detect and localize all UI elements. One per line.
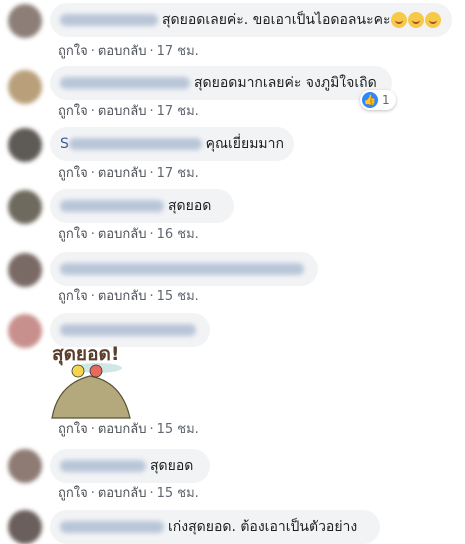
reply-link[interactable]: ตอบกลับ	[98, 422, 147, 437]
like-link[interactable]: ถูกใจ	[58, 227, 88, 242]
timestamp[interactable]: 17 ชม.	[157, 166, 199, 181]
sticker-image[interactable]: สุดยอด!	[50, 338, 132, 422]
separator: ·	[149, 227, 154, 242]
reply-link[interactable]: ตอบกลับ	[98, 486, 147, 501]
smiling-face-icon	[408, 12, 425, 28]
reply-link[interactable]: ตอบกลับ	[98, 166, 147, 181]
commenter-name[interactable]	[60, 77, 190, 89]
avatar[interactable]	[8, 70, 42, 104]
like-link[interactable]: ถูกใจ	[58, 422, 88, 437]
separator: ·	[149, 289, 154, 304]
reply-link[interactable]: ตอบกลับ	[98, 104, 147, 119]
comment-actions: ถูกใจ · ตอบกลับ · 17 ชม.	[58, 162, 199, 183]
timestamp[interactable]: 15 ชม.	[157, 486, 199, 501]
comment-text: เก่งสุดยอด. ต้องเอาเป็นตัวอย่าง	[168, 519, 358, 535]
avatar[interactable]	[8, 190, 42, 224]
commenter-name[interactable]	[60, 200, 164, 212]
character-red	[89, 364, 103, 378]
comment-bubble: สุดยอดเลยค่ะ. ขอเอาเป็นไอดอลนะคะ	[50, 3, 452, 37]
sticker-caption: สุดยอด!	[52, 343, 119, 366]
commenter-name[interactable]	[60, 263, 304, 275]
timestamp[interactable]: 15 ชม.	[157, 422, 199, 437]
comment-actions: ถูกใจ · ตอบกลับ · 17 ชม.	[58, 40, 199, 61]
separator: ·	[90, 104, 95, 119]
timestamp[interactable]: 17 ชม.	[157, 44, 199, 59]
separator: ·	[90, 289, 95, 304]
comment-actions: ถูกใจ · ตอบกลับ · 17 ชม.	[58, 100, 199, 121]
avatar[interactable]	[8, 4, 42, 38]
reply-link[interactable]: ตอบกลับ	[98, 289, 147, 304]
character-yellow	[71, 364, 85, 378]
separator: ·	[149, 422, 154, 437]
comment-bubble: สุดยอด	[50, 449, 210, 483]
separator: ·	[149, 486, 154, 501]
comment-actions: ถูกใจ · ตอบกลับ · 15 ชม.	[58, 418, 199, 439]
comment-bubble: สุดยอด	[50, 189, 234, 223]
reaction-number: 1	[382, 93, 390, 107]
separator: ·	[90, 44, 95, 59]
comment-bubble: สุดยอดมากเลยค่ะ จงภูมิใจเถิด	[50, 66, 392, 100]
separator: ·	[90, 227, 95, 242]
like-link[interactable]: ถูกใจ	[58, 289, 88, 304]
reply-link[interactable]: ตอบกลับ	[98, 44, 147, 59]
timestamp[interactable]: 16 ชม.	[157, 227, 199, 242]
thumbs-up-icon: 👍	[362, 92, 378, 108]
separator: ·	[149, 104, 154, 119]
separator: ·	[90, 422, 95, 437]
commenter-name[interactable]	[60, 521, 164, 533]
comment-text: คุณเยี่ยมมาก	[205, 136, 284, 152]
like-link[interactable]: ถูกใจ	[58, 44, 88, 59]
commenter-name[interactable]	[60, 460, 146, 472]
like-link[interactable]: ถูกใจ	[58, 104, 88, 119]
commenter-initial[interactable]: S	[60, 136, 69, 152]
separator: ·	[149, 166, 154, 181]
comment-actions: ถูกใจ · ตอบกลับ · 15 ชม.	[58, 285, 199, 306]
avatar[interactable]	[8, 128, 42, 162]
comment-text: สุดยอด	[168, 198, 212, 214]
commenter-name[interactable]	[60, 324, 196, 336]
comment-text: สุดยอดเลยค่ะ. ขอเอาเป็นไอดอลนะคะ	[162, 12, 391, 28]
comment-actions: ถูกใจ · ตอบกลับ · 16 ชม.	[58, 223, 199, 244]
commenter-name[interactable]	[60, 14, 158, 26]
separator: ·	[149, 44, 154, 59]
smiling-face-icon	[391, 12, 408, 28]
avatar[interactable]	[8, 314, 42, 348]
like-link[interactable]: ถูกใจ	[58, 166, 88, 181]
comment-actions: ถูกใจ · ตอบกลับ · 15 ชม.	[58, 482, 199, 503]
hill-shape	[51, 375, 131, 419]
like-link[interactable]: ถูกใจ	[58, 486, 88, 501]
comment-text: สุดยอดมากเลยค่ะ จงภูมิใจเถิด	[194, 75, 377, 91]
comment-bubble	[50, 252, 318, 286]
comment-bubble: S คุณเยี่ยมมาก	[50, 127, 294, 161]
smiling-face-icon	[425, 12, 442, 28]
timestamp[interactable]: 15 ชม.	[157, 289, 199, 304]
separator: ·	[90, 486, 95, 501]
comment-text: สุดยอด	[150, 458, 194, 474]
reply-link[interactable]: ตอบกลับ	[98, 227, 147, 242]
avatar[interactable]	[8, 253, 42, 287]
commenter-name[interactable]	[68, 138, 202, 150]
timestamp[interactable]: 17 ชม.	[157, 104, 199, 119]
avatar[interactable]	[8, 449, 42, 483]
reaction-count[interactable]: 👍 1	[360, 90, 396, 110]
separator: ·	[90, 166, 95, 181]
